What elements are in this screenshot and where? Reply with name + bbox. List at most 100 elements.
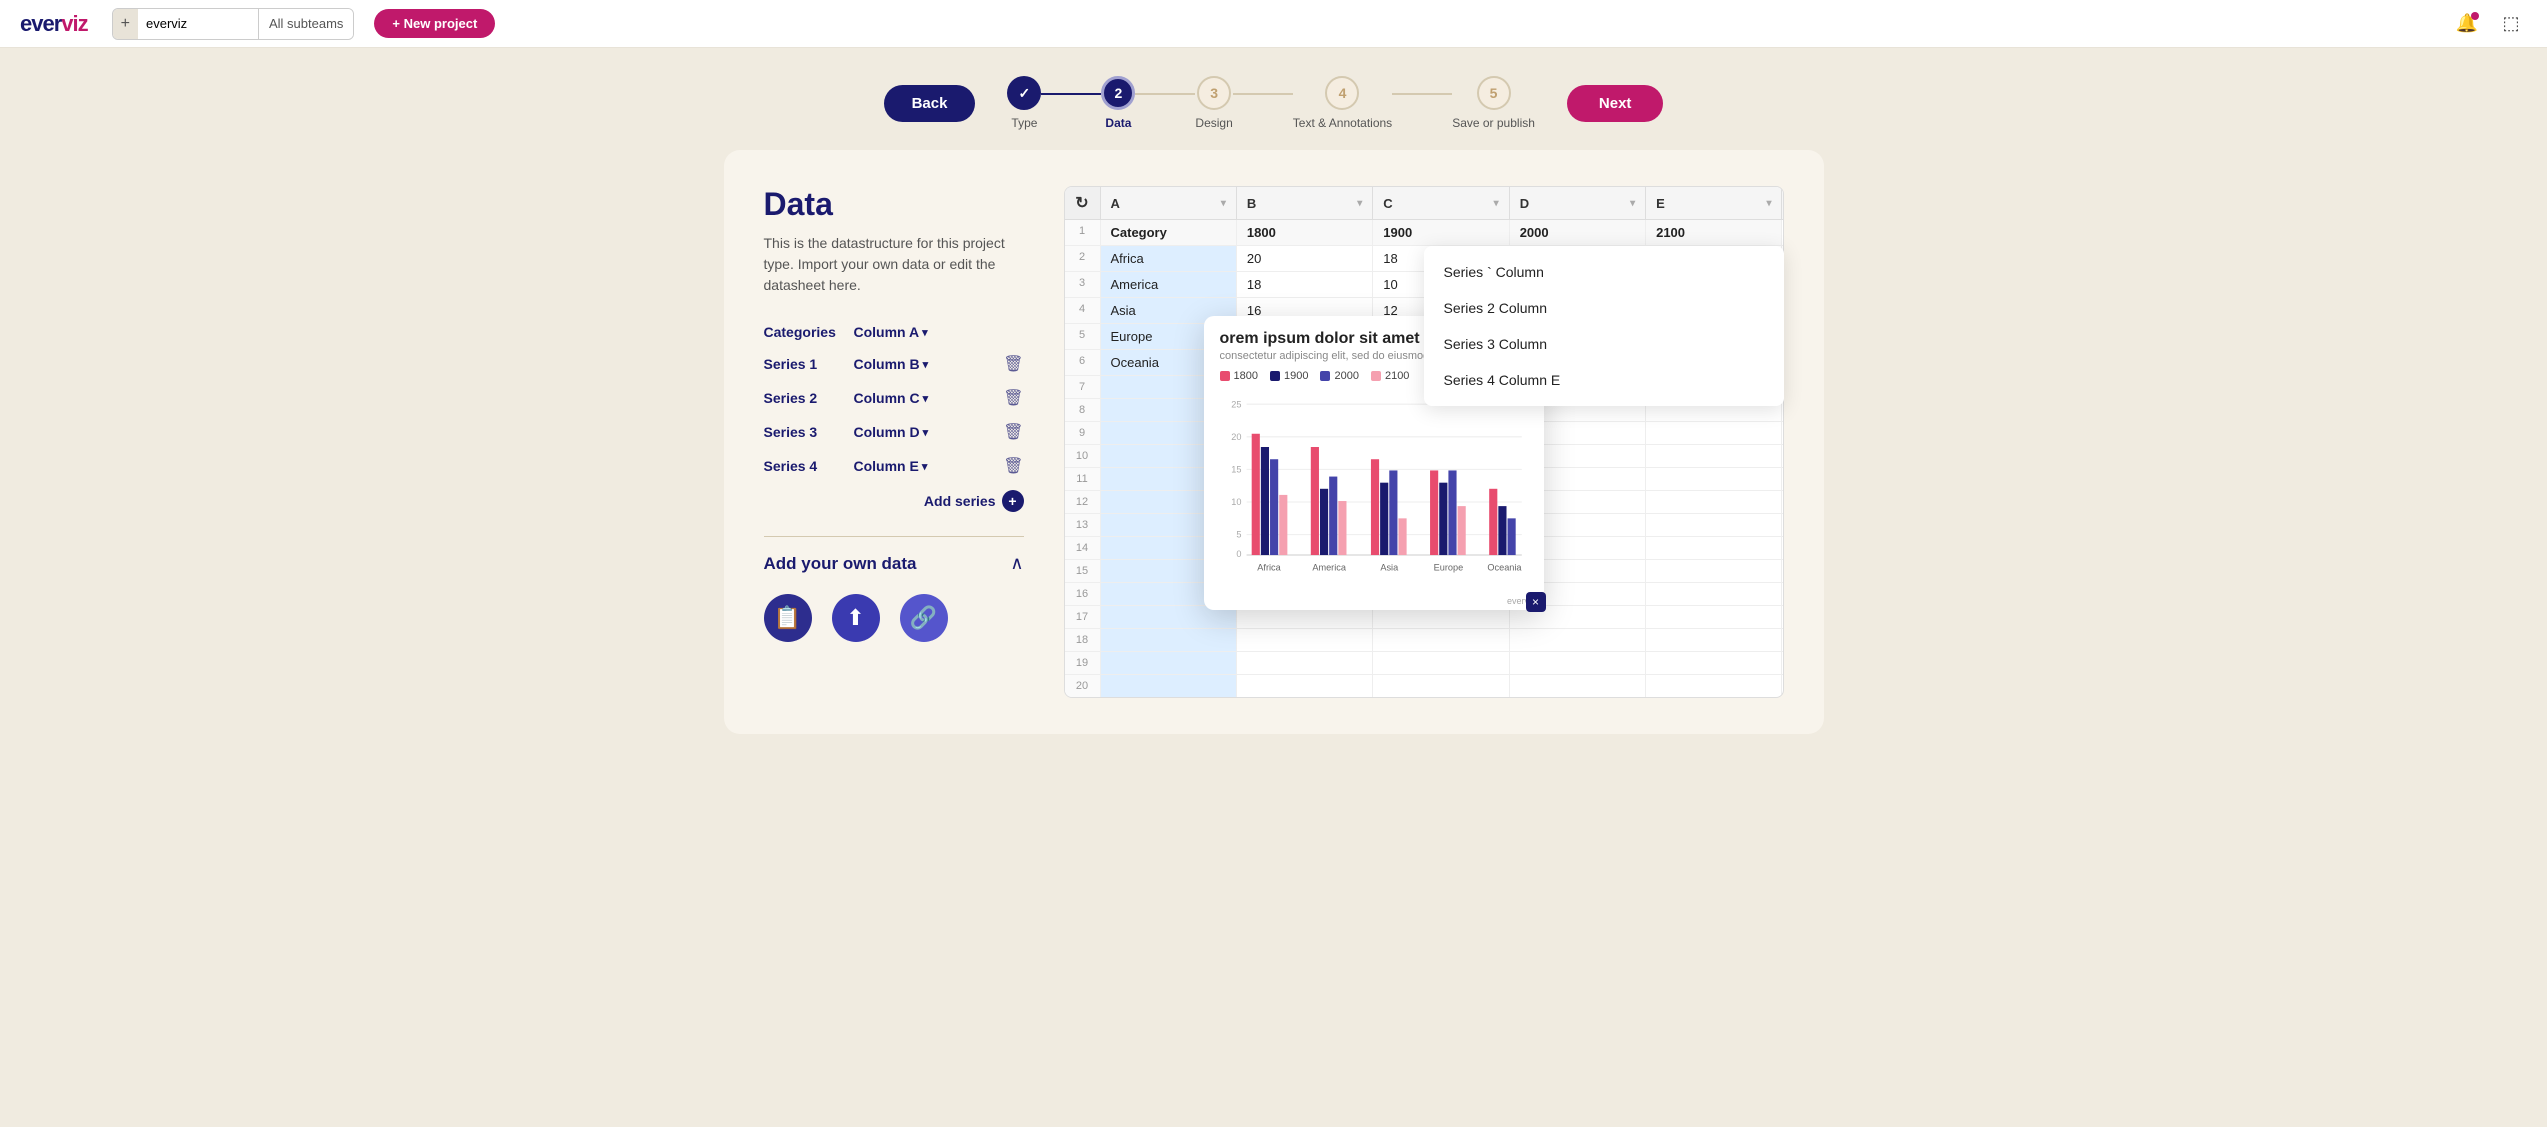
mapping-series4: Series 4 Column E ▾ 🗑 [764,456,1024,476]
cell-3-a[interactable]: America [1101,272,1237,297]
add-data-chevron-icon[interactable]: ∧ [1010,553,1023,574]
cell-2-a[interactable]: Africa [1101,246,1237,271]
row-num-2: 2 [1065,246,1101,271]
bar-africa-2100 [1279,495,1287,555]
series-col-label-4: Series 4 Column E [1444,372,1561,388]
chart-title: orem ipsum dolor sit amet [1220,330,1430,348]
data-title: Data [764,186,1024,223]
step-2-circle: 2 [1101,76,1135,110]
add-data-section: Add your own data ∧ 📋 ⬆ 🔗 [764,536,1024,642]
legend-label-1800: 1800 [1234,370,1258,382]
mapping-series1-label: Series 1 [764,356,844,372]
main-content: Data This is the datastructure for this … [0,150,2547,774]
col-header-e[interactable]: E ▾ [1646,187,1782,219]
chart-close-button[interactable]: × [1526,592,1546,612]
bar-europe-2000 [1448,470,1456,555]
mapping-series2: Series 2 Column C ▾ 🗑 [764,388,1024,408]
mapping-series1: Series 1 Column B ▾ 🗑 [764,354,1024,374]
step-text-annotations[interactable]: 4 Text & Annotations [1293,76,1392,130]
svg-text:25: 25 [1231,399,1241,409]
legend-1900: 1900 [1270,370,1308,382]
logo: everviz [20,11,88,37]
mapping-series2-label: Series 2 [764,390,844,406]
svg-text:Africa: Africa [1257,562,1281,572]
refresh-cell[interactable]: ↻ [1065,187,1101,219]
svg-text:Europe: Europe [1433,562,1463,572]
mapping-series3-select[interactable]: Column D ▾ [854,424,929,440]
legend-2100: 2100 [1371,370,1409,382]
chevron-down-icon-s2: ▾ [923,392,929,405]
col-header-a[interactable]: A ▾ [1101,187,1237,219]
upload-icon-btn[interactable]: ⬆ [832,594,880,642]
legend-dot-2000 [1320,371,1330,381]
mapping-categories-select[interactable]: Column A ▾ [854,324,928,340]
back-button[interactable]: Back [884,85,976,122]
step-design[interactable]: 3 Design [1195,76,1232,130]
step-1-circle: ✓ [1007,76,1041,110]
bar-asia-2000 [1389,470,1397,555]
bar-asia-1900 [1380,483,1388,555]
delete-series2-icon[interactable]: 🗑 [1003,388,1023,408]
delete-series1-icon[interactable]: 🗑 [1003,354,1023,374]
step-type[interactable]: ✓ Type [1007,76,1041,130]
chevron-down-icon-s1: ▾ [923,358,929,371]
step-5-label: Save or publish [1452,116,1535,130]
step-4-label: Text & Annotations [1293,116,1392,130]
next-button[interactable]: Next [1567,85,1664,122]
series-col-item-1[interactable]: Series ` Column [1424,254,1784,290]
bar-oceania-1800 [1489,489,1497,555]
mapping-series2-select[interactable]: Column C ▾ [854,390,929,406]
series-col-label-2: Series 2 Column [1444,300,1548,316]
svg-text:Oceania: Oceania [1487,562,1522,572]
series-col-label-3: Series 3 Column [1444,336,1548,352]
series-col-item-2[interactable]: Series 2 Column [1424,290,1784,326]
col-header-c[interactable]: C ▾ [1373,187,1509,219]
chevron-down-icon-s4: ▾ [922,460,928,473]
series-col-item-4[interactable]: Series 4 Column E [1424,362,1784,398]
row-num-1: 1 [1065,220,1101,245]
bar-america-1900 [1319,489,1327,555]
cell-1-c[interactable]: 1900 [1373,220,1509,245]
link-icon-btn[interactable]: 🔗 [900,594,948,642]
link-icon: 🔗 [900,594,948,642]
col-header-d[interactable]: D ▾ [1510,187,1646,219]
notification-icon[interactable]: 🔔 [2451,8,2483,40]
bar-america-2000 [1329,477,1337,555]
delete-series4-icon[interactable]: 🗑 [1003,456,1023,476]
mapping-series4-select[interactable]: Column E ▾ [854,458,928,474]
new-project-button[interactable]: + New project [374,9,495,38]
bar-europe-1800 [1430,470,1438,555]
step-data[interactable]: 2 Data [1101,76,1135,130]
cell-1-d[interactable]: 2000 [1510,220,1646,245]
mapping-series1-select[interactable]: Column B ▾ [854,356,929,372]
clipboard-icon: 📋 [764,594,812,642]
cell-1-b[interactable]: 1800 [1237,220,1373,245]
add-series-row[interactable]: Add series + [764,490,1024,512]
delete-series3-icon[interactable]: 🗑 [1003,422,1023,442]
search-plus-btn[interactable]: + [113,9,138,39]
step-5-circle: 5 [1477,76,1511,110]
account-icon[interactable]: ⬚ [2495,8,2527,40]
cell-2-b[interactable]: 20 [1237,246,1373,271]
clipboard-icon-btn[interactable]: 📋 [764,594,812,642]
subteam-label[interactable]: All subteams [258,9,353,39]
search-input[interactable]: everviz [138,9,258,39]
add-series-label: Add series [924,493,996,509]
cell-3-b[interactable]: 18 [1237,272,1373,297]
cell-1-e[interactable]: 2100 [1646,220,1782,245]
connector-4-5 [1392,93,1452,95]
cell-1-a[interactable]: Category [1101,220,1237,245]
step-save-publish[interactable]: 5 Save or publish [1452,76,1535,130]
bar-america-2100 [1338,501,1346,555]
sheet-header-row: ↻ A ▾ B ▾ C ▾ D ▾ E ▾ [1065,187,1783,220]
step-3-circle: 3 [1197,76,1231,110]
mapping-series1-value: Column B [854,356,920,372]
chart-subtitle: consectetur adipiscing elit, sed do eius… [1220,350,1430,362]
chart-svg: 25 20 15 10 5 0 [1216,394,1532,577]
add-series-icon: + [1002,490,1024,512]
legend-2000: 2000 [1320,370,1358,382]
col-header-b[interactable]: B ▾ [1237,187,1373,219]
left-panel: Data This is the datastructure for this … [764,186,1024,698]
mapping-series4-value: Column E [854,458,919,474]
series-col-item-3[interactable]: Series 3 Column [1424,326,1784,362]
